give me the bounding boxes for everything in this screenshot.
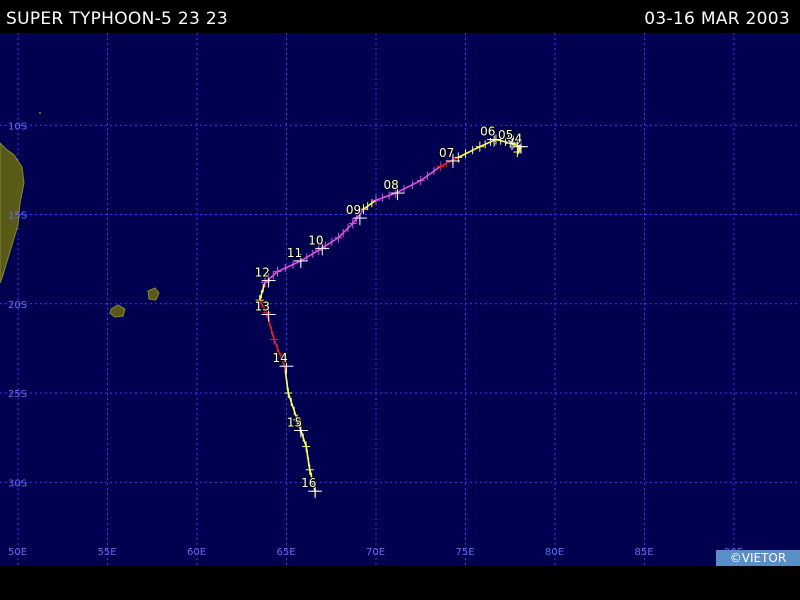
lat-label: 10S bbox=[8, 121, 27, 132]
lon-label: 50E bbox=[8, 547, 27, 558]
day-label: 10 bbox=[308, 233, 323, 247]
day-label: 16 bbox=[301, 476, 316, 490]
storm-title: SUPER TYPHOON-5 23 23 bbox=[6, 9, 229, 29]
day-label: 06 bbox=[480, 125, 495, 139]
lon-label: 70E bbox=[366, 547, 385, 558]
lat-label: 30S bbox=[8, 478, 27, 489]
header-bar: SUPER TYPHOON-5 23 23 03-16 MAR 2003 bbox=[0, 0, 800, 33]
credit-badge: ©VIETOR bbox=[716, 550, 800, 566]
lat-label: 25S bbox=[8, 389, 27, 400]
day-label: 15 bbox=[287, 415, 302, 429]
lon-label: 85E bbox=[635, 547, 654, 558]
lat-label: 20S bbox=[8, 300, 27, 311]
ocean-background bbox=[0, 33, 800, 566]
lon-label: 60E bbox=[187, 547, 206, 558]
footer-bar bbox=[0, 566, 800, 600]
lon-label: 65E bbox=[277, 547, 296, 558]
day-label: 07 bbox=[439, 146, 454, 160]
small-islet bbox=[39, 112, 41, 114]
day-label: 11 bbox=[287, 246, 302, 260]
day-label: 14 bbox=[273, 351, 288, 365]
lon-label: 55E bbox=[98, 547, 117, 558]
lat-label: 15S bbox=[8, 211, 27, 222]
lon-label: 80E bbox=[545, 547, 564, 558]
date-range: 03-16 MAR 2003 bbox=[644, 9, 790, 29]
lon-label: 75E bbox=[456, 547, 475, 558]
day-label: 08 bbox=[383, 178, 398, 192]
day-label: 09 bbox=[346, 203, 361, 217]
day-label: 13 bbox=[255, 299, 270, 313]
track-map[interactable]: 10S15S20S25S30S35S50E55E60E65E70E75E80E8… bbox=[0, 33, 800, 566]
day-label: 12 bbox=[255, 266, 270, 280]
